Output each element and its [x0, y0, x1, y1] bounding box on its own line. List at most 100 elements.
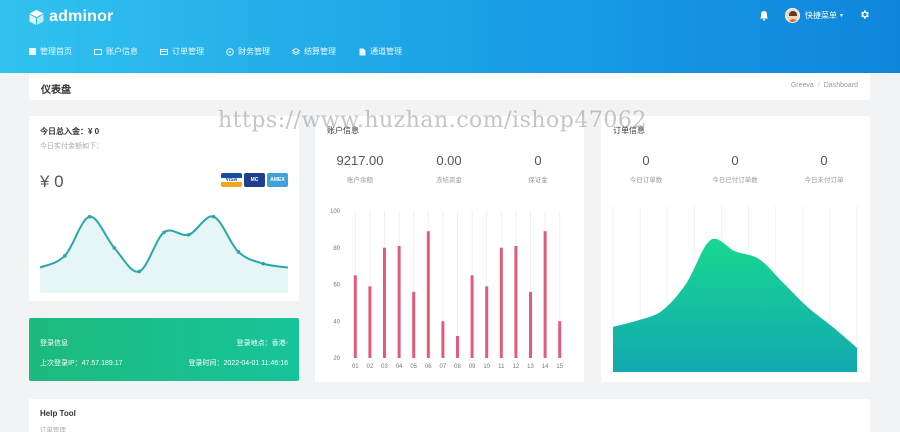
x-tick-label: 07	[440, 364, 447, 370]
stat-value: 0	[534, 153, 542, 168]
watermark: https://www.huzhan.com/ishop47062	[218, 108, 647, 133]
stat-label: 今日订单数	[629, 177, 663, 184]
gear-icon[interactable]	[859, 9, 870, 22]
login-time: 登录时间：2022-04-01 11:46:16	[188, 360, 288, 367]
page-title: 仪表盘	[41, 85, 71, 96]
bar	[543, 231, 547, 358]
login-info-card: 登录信息 登录地点：香港- 上次登录IP：47.57.189.17 登录时间：2…	[29, 318, 299, 381]
stat-value: 0	[820, 153, 828, 168]
stat-label: 保证金	[528, 177, 548, 184]
finance-icon	[226, 47, 234, 56]
bar	[456, 335, 459, 358]
bar	[441, 321, 445, 358]
stat-label: 今日未付订单	[804, 177, 844, 184]
avatar	[784, 8, 800, 23]
stat-unpaid-orders: 0 今日未付订单	[779, 153, 869, 184]
y-tick-label: 60	[333, 283, 340, 289]
logo[interactable]: adminor	[28, 8, 114, 26]
x-tick-label: 11	[498, 364, 505, 370]
login-info-title: 登录信息	[40, 340, 68, 347]
chevron-down-icon: ▾	[839, 13, 843, 19]
channel-icon	[358, 48, 366, 56]
last-login-ip: 上次登录IP：47.57.189.17	[40, 360, 123, 367]
login-location: 登录地点：香港-	[236, 340, 288, 347]
bar	[514, 245, 518, 358]
bell-icon[interactable]	[759, 10, 769, 21]
user-menu[interactable]: 快捷菜单 ▾	[784, 8, 843, 23]
bar	[383, 247, 386, 358]
bar	[485, 286, 489, 358]
bar	[558, 321, 562, 358]
nav-item-finance[interactable]: 财务管理	[226, 46, 270, 57]
order-card: 订单信息 0 今日订单数 0 今日已付订单数 0 今日未付订单	[601, 116, 870, 382]
nav-label: 管理首页	[40, 47, 72, 56]
nav-item-account[interactable]: 账户信息	[94, 46, 138, 57]
x-tick-label: 05	[410, 364, 417, 370]
user-icon	[94, 48, 102, 56]
nav-label: 财务管理	[238, 47, 270, 56]
breadcrumb-item[interactable]: Greeva	[791, 82, 814, 89]
nav-item-dashboard[interactable]: 管理首页	[28, 46, 72, 57]
line-point	[211, 214, 216, 219]
stat-balance: 9217.00 账户余额	[315, 153, 405, 184]
order-icon	[160, 48, 168, 56]
nav-label: 通道管理	[370, 47, 402, 56]
y-tick-label: 20	[333, 356, 340, 362]
stat-paid-orders: 0 今日已付订单数	[690, 153, 780, 184]
settle-icon	[292, 47, 300, 56]
x-tick-label: 06	[425, 364, 432, 370]
income-line-chart	[40, 214, 288, 293]
x-tick-label: 08	[454, 364, 461, 370]
cube-logo-icon	[28, 9, 45, 26]
stat-label: 账户余额	[347, 177, 373, 184]
x-tick-label: 15	[556, 364, 563, 370]
nav-item-settlement[interactable]: 结算管理	[292, 46, 336, 57]
x-tick-label: 14	[542, 364, 549, 370]
breadcrumb-item: Dashboard	[823, 82, 858, 89]
account-card: 20 40 60 80 100 01 02 03 04 05 06 07 08 09 10 11 12 13 14 1…	[315, 116, 584, 382]
income-balance: ¥ 0	[40, 172, 64, 191]
y-tick-label: 40	[333, 319, 340, 325]
bar	[353, 275, 357, 358]
order-area-series	[613, 238, 857, 372]
income-card: 今日总入金：¥ 0 今日实付金额如下： ¥ 0 VISA MC AMEX	[29, 116, 299, 301]
dashboard-icon	[28, 48, 36, 56]
line-point	[63, 254, 67, 258]
line-point	[87, 214, 92, 219]
income-title: 今日总入金：¥ 0	[40, 127, 100, 136]
y-tick-label: 80	[333, 246, 340, 252]
mastercard-icon: MC	[244, 173, 265, 187]
bar	[426, 231, 430, 358]
stat-label: 今日已付订单数	[712, 177, 758, 184]
help-tool-card: Help Tool 订单管理	[29, 399, 870, 432]
bar	[368, 286, 372, 358]
x-tick-label: 09	[469, 364, 476, 370]
line-point	[112, 246, 117, 250]
stat-value: 0	[731, 153, 739, 168]
stat-today-orders: 0 今日订单数	[601, 153, 691, 184]
x-tick-label: 12	[513, 364, 520, 370]
nav-label: 账户信息	[106, 47, 138, 56]
nav-label: 结算管理	[304, 47, 336, 56]
user-menu-label: 快捷菜单	[804, 11, 837, 20]
top-header: adminor 快捷菜单 ▾ 管理首页 账户信息 订单管理 财务管理 结算管理 …	[0, 0, 900, 73]
line-point	[236, 250, 241, 254]
line-area-fill	[40, 216, 288, 293]
bar	[412, 291, 416, 358]
visa-card-icon: VISA	[221, 173, 242, 187]
line-point	[137, 269, 141, 274]
stat-frozen: 0.00 冻结资金	[404, 153, 494, 184]
main-nav: 管理首页 账户信息 订单管理 财务管理 结算管理 通道管理	[28, 46, 424, 57]
bar	[397, 245, 401, 358]
stat-value: 9217.00	[336, 153, 384, 168]
y-tick-label: 100	[330, 209, 341, 215]
nav-item-channel[interactable]: 通道管理	[358, 46, 402, 57]
x-tick-label: 03	[381, 364, 388, 370]
bar	[499, 247, 503, 358]
nav-label: 订单管理	[172, 47, 204, 56]
x-tick-label: 04	[396, 364, 403, 370]
logo-text: adminor	[49, 8, 114, 25]
breadcrumb: Greeva / Dashboard	[790, 82, 858, 89]
amex-card-icon: AMEX	[267, 173, 288, 187]
nav-item-orders[interactable]: 订单管理	[160, 46, 204, 57]
